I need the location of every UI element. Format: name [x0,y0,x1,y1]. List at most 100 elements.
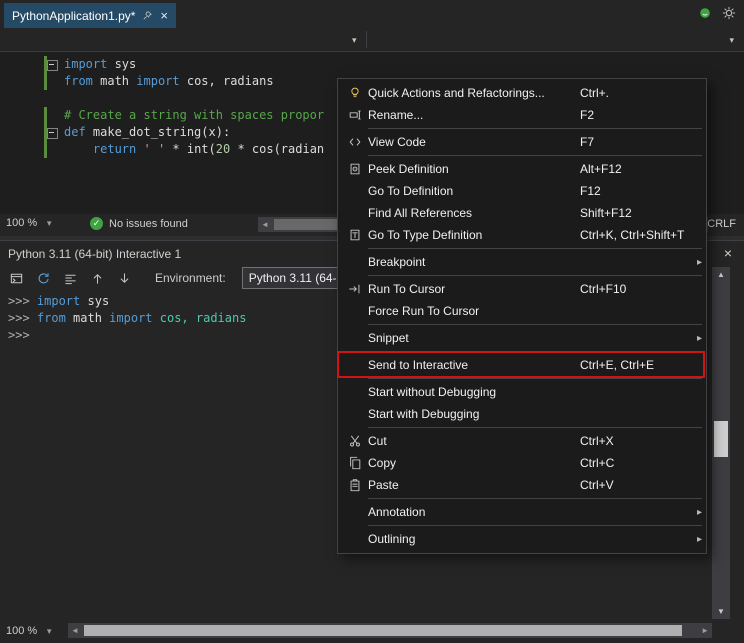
interactive-zoom-dropdown[interactable]: 100 % ▼ [6,625,53,637]
menu-item-shortcut: Ctrl+K, Ctrl+Shift+T [580,228,690,242]
menu-item-force-run-to-cursor[interactable]: Force Run To Cursor [338,300,706,322]
document-tab-bar: PythonApplication1.py* × [0,0,744,28]
navigation-bar: ▾ ▾ [0,28,744,52]
menu-separator [368,427,702,428]
menu-item-label: Send to Interactive [368,358,580,372]
editor-zoom-dropdown[interactable]: 100 % ▼ [6,217,53,229]
code-token: import [64,57,107,71]
code-token: def [64,125,86,139]
menu-item-label: Run To Cursor [368,282,580,296]
issues-indicator[interactable]: ✓ No issues found [90,217,188,230]
menu-item-breakpoint[interactable]: Breakpoint▸ [338,251,706,273]
menu-item-label: Copy [368,456,580,470]
menu-item-shortcut: Ctrl+C [580,456,690,470]
menu-item-copy[interactable]: CopyCtrl+C [338,452,706,474]
menu-item-shortcut: Ctrl+X [580,434,690,448]
scroll-left-icon[interactable]: ◄ [261,220,269,229]
menu-item-label: Find All References [368,206,580,220]
interactive-output[interactable]: >>> import sys>>> from math import cos, … [8,293,246,344]
settings-gear-icon[interactable] [722,6,736,20]
submenu-arrow-icon: ▸ [690,534,704,545]
menu-separator [368,155,702,156]
menu-item-outlining[interactable]: Outlining▸ [338,528,706,550]
code-token: * cos(radian [230,142,324,156]
cut-icon [342,434,368,448]
code-line: return ' ' * int(20 * cos(radian [64,141,324,158]
environment-label: Environment: [155,271,226,285]
menu-item-peek-definition[interactable]: Peek DefinitionAlt+F12 [338,158,706,180]
menu-item-rename[interactable]: Rename...F2 [338,104,706,126]
menu-separator [368,275,702,276]
menu-item-label: Cut [368,434,580,448]
tab-close-icon[interactable]: × [160,9,168,22]
interactive-bottom-bar: 100 % ▼ ◄ ► [0,621,744,643]
scroll-right-icon[interactable]: ► [701,626,709,635]
fold-collapse-box[interactable] [47,60,58,71]
menu-item-start-with-debugging[interactable]: Start with Debugging [338,403,706,425]
menu-item-shortcut: F12 [580,184,690,198]
code-token: return [93,142,136,156]
menu-item-shortcut: Ctrl+V [580,478,690,492]
fold-collapse-box[interactable] [47,128,58,139]
menu-item-snippet[interactable]: Snippet▸ [338,327,706,349]
menu-item-label: Annotation [368,505,580,519]
code-token: import [136,74,179,88]
reset-session-icon[interactable] [35,270,52,287]
chevron-down-icon: ▾ [352,35,357,46]
submenu-arrow-icon: ▸ [690,257,704,268]
pin-icon[interactable] [142,10,153,21]
menu-item-label: Force Run To Cursor [368,304,580,318]
history-previous-icon[interactable] [89,270,106,287]
menu-item-run-to-cursor[interactable]: Run To CursorCtrl+F10 [338,278,706,300]
check-icon: ✓ [90,217,103,230]
menu-item-find-all-references[interactable]: Find All ReferencesShift+F12 [338,202,706,224]
menu-item-go-to-type-definition[interactable]: Go To Type DefinitionCtrl+K, Ctrl+Shift+… [338,224,706,246]
type-definition-icon [342,228,368,242]
interactive-vertical-scrollbar[interactable]: ▲ ▼ [712,267,730,619]
repl-window-icon[interactable] [8,270,25,287]
scroll-down-icon[interactable]: ▼ [712,607,730,616]
menu-item-shortcut: Ctrl+. [580,86,690,100]
code-token: from [64,74,93,88]
code-token: >>> [8,328,30,342]
navigation-dropdown-member[interactable]: ▾ [367,28,744,51]
menu-separator [368,128,702,129]
scroll-left-icon[interactable]: ◄ [71,626,79,635]
close-icon[interactable]: × [724,245,732,261]
navigation-dropdown-project[interactable]: ▾ [0,28,366,51]
paste-icon [342,478,368,492]
clear-screen-icon[interactable] [62,270,79,287]
code-line: >>> from math import cos, radians [8,310,246,327]
menu-item-cut[interactable]: CutCtrl+X [338,430,706,452]
code-token: >>> [8,294,37,308]
menu-item-label: View Code [368,135,580,149]
menu-item-go-to-definition[interactable]: Go To DefinitionF12 [338,180,706,202]
code-token [136,142,143,156]
code-token: math [93,74,136,88]
tab-pythonapplication1[interactable]: PythonApplication1.py* × [4,3,176,28]
menu-item-paste[interactable]: PasteCtrl+V [338,474,706,496]
peek-definition-icon [342,162,368,176]
scrollbar-thumb[interactable] [714,421,728,457]
menu-item-start-without-debugging[interactable]: Start without Debugging [338,381,706,403]
code-token: cos, radians [153,311,247,325]
zoom-value: 100 % [6,217,37,229]
code-token: sys [107,57,136,71]
menu-item-view-code[interactable]: View CodeF7 [338,131,706,153]
scroll-up-icon[interactable]: ▲ [712,270,730,279]
menu-item-quick-actions-and-refactorings[interactable]: Quick Actions and Refactorings...Ctrl+. [338,82,706,104]
zoom-value: 100 % [6,625,37,637]
menu-item-label: Start without Debugging [368,385,580,399]
interactive-horizontal-scrollbar[interactable]: ◄ ► [68,623,712,638]
view-code-icon [342,135,368,149]
menu-item-send-to-interactive[interactable]: Send to InteractiveCtrl+E, Ctrl+E [338,354,706,376]
menu-item-annotation[interactable]: Annotation ▸ [338,501,706,523]
scrollbar-thumb[interactable] [84,625,682,636]
menu-item-label: Snippet [368,331,580,345]
editor-code-lines: import sysfrom math import cos, radians … [64,56,324,158]
code-token: cos, radians [180,74,274,88]
feedback-icon[interactable] [698,6,712,20]
submenu-arrow-icon: ▸ [690,507,704,518]
code-token: ' ' [144,142,166,156]
history-next-icon[interactable] [116,270,133,287]
